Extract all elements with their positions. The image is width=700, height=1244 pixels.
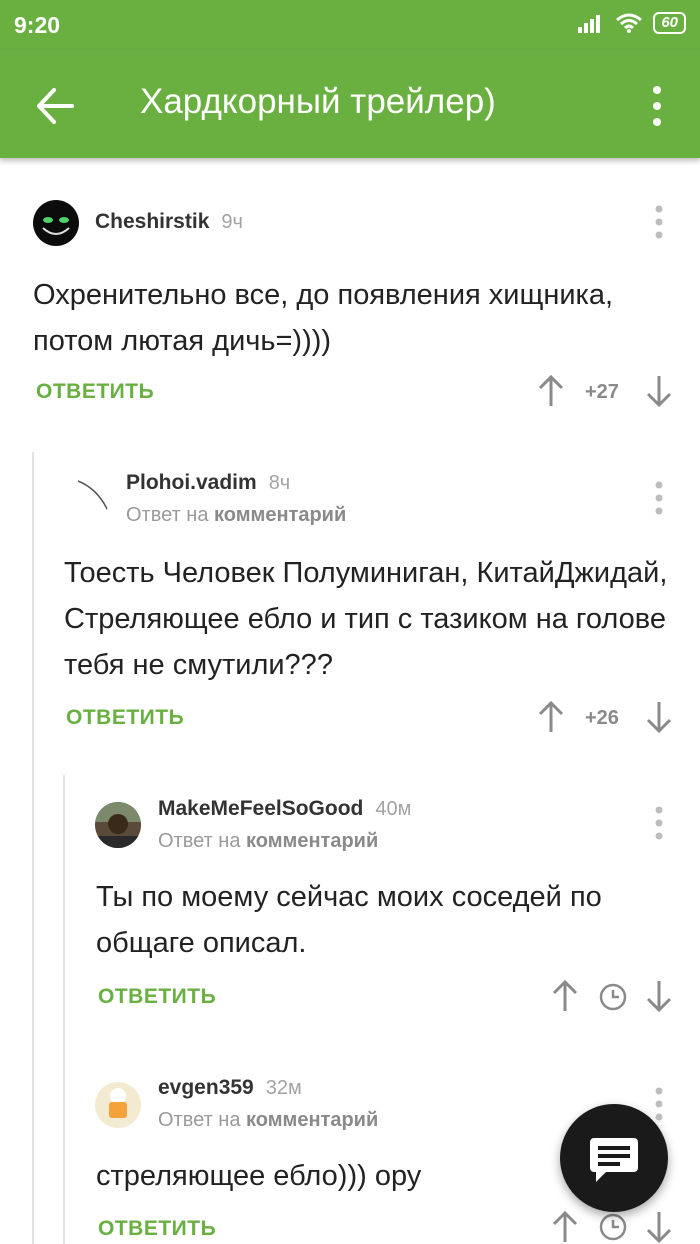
comment-time: 9ч bbox=[221, 211, 243, 233]
sketch-avatar-icon bbox=[77, 480, 109, 512]
comment-time: 32м bbox=[265, 1077, 302, 1099]
comment-time: 40м bbox=[375, 798, 412, 820]
back-arrow-icon[interactable] bbox=[34, 86, 74, 126]
author-name[interactable]: evgen359 bbox=[158, 1076, 254, 1099]
reply-to: Ответ на комментарий bbox=[158, 1109, 378, 1132]
comment-author[interactable]: evgen359 32м bbox=[158, 1076, 302, 1100]
comment-menu-icon[interactable] bbox=[649, 805, 669, 841]
clock-icon bbox=[599, 983, 627, 1011]
comment-author[interactable]: Plohoi.vadim 8ч bbox=[126, 471, 290, 495]
reply-to-prefix: Ответ на bbox=[158, 830, 241, 852]
status-icons: 60 bbox=[577, 12, 686, 34]
wifi-icon bbox=[616, 13, 643, 33]
comment-text: Тоесть Человек Полуминиган, КитайДжидай,… bbox=[64, 557, 668, 681]
chat-icon bbox=[590, 1138, 638, 1182]
comment-author[interactable]: MakeMeFeelSoGood 40м bbox=[158, 797, 411, 821]
arrow-up-icon[interactable] bbox=[551, 1210, 579, 1244]
signal-icon bbox=[578, 15, 601, 33]
clock-icon bbox=[599, 1213, 627, 1241]
write-comment-button[interactable] bbox=[560, 1104, 668, 1212]
reply-button[interactable]: ОТВЕТИТЬ bbox=[98, 985, 216, 1009]
reply-to-link[interactable]: комментарий bbox=[246, 830, 378, 852]
comment-rating: +27 bbox=[585, 381, 619, 403]
thread-line-level-1 bbox=[32, 452, 34, 1244]
arrow-down-icon[interactable] bbox=[645, 374, 673, 408]
app-bar: Хардкорный трейлер) bbox=[0, 50, 700, 158]
comment-menu-icon[interactable] bbox=[649, 204, 669, 240]
comment-author[interactable]: Cheshirstik 9ч bbox=[95, 210, 243, 234]
comment-text: Ты по моему сейчас моих соседей по общаг… bbox=[96, 881, 602, 959]
thread-line-level-2 bbox=[63, 775, 65, 1244]
arrow-down-icon[interactable] bbox=[645, 1210, 673, 1244]
cat-smile-avatar-icon bbox=[42, 217, 70, 235]
author-name[interactable]: MakeMeFeelSoGood bbox=[158, 797, 363, 820]
battery-indicator: 60 bbox=[653, 12, 686, 34]
status-time: 9:20 bbox=[14, 12, 61, 38]
avatar[interactable] bbox=[95, 802, 141, 848]
comment-time: 8ч bbox=[268, 472, 291, 494]
arrow-down-icon[interactable] bbox=[645, 979, 673, 1013]
avatar[interactable] bbox=[95, 1082, 141, 1128]
comment-rating: +26 bbox=[585, 707, 619, 729]
page-title: Хардкорный трейлер) bbox=[140, 82, 496, 121]
chef-avatar-icon bbox=[109, 1088, 127, 1118]
author-name[interactable]: Cheshirstik bbox=[95, 210, 209, 233]
arrow-down-icon[interactable] bbox=[645, 700, 673, 734]
reply-button[interactable]: ОТВЕТИТЬ bbox=[98, 1217, 216, 1241]
status-bar: 9:20 60 bbox=[0, 0, 700, 50]
reply-to-link[interactable]: комментарий bbox=[214, 504, 346, 526]
image-avatar-icon bbox=[95, 802, 141, 848]
comment-text: стреляющее ебло))) ору bbox=[96, 1160, 422, 1192]
reply-to-prefix: Ответ на bbox=[126, 504, 209, 526]
more-vert-icon[interactable] bbox=[642, 84, 672, 128]
reply-button[interactable]: ОТВЕТИТЬ bbox=[36, 380, 154, 404]
reply-to-prefix: Ответ на bbox=[158, 1109, 241, 1131]
arrow-up-icon[interactable] bbox=[537, 700, 565, 734]
reply-to: Ответ на комментарий bbox=[158, 830, 378, 853]
arrow-up-icon[interactable] bbox=[537, 374, 565, 408]
author-name[interactable]: Plohoi.vadim bbox=[126, 471, 257, 494]
reply-to: Ответ на комментарий bbox=[126, 504, 346, 527]
reply-to-link[interactable]: комментарий bbox=[246, 1109, 378, 1131]
avatar[interactable] bbox=[64, 475, 110, 521]
comment-menu-icon[interactable] bbox=[649, 480, 669, 516]
reply-button[interactable]: ОТВЕТИТЬ bbox=[66, 706, 184, 730]
avatar[interactable] bbox=[33, 200, 79, 246]
comment-text: Охренительно все, до появления хищника, … bbox=[33, 279, 614, 357]
arrow-up-icon[interactable] bbox=[551, 979, 579, 1013]
